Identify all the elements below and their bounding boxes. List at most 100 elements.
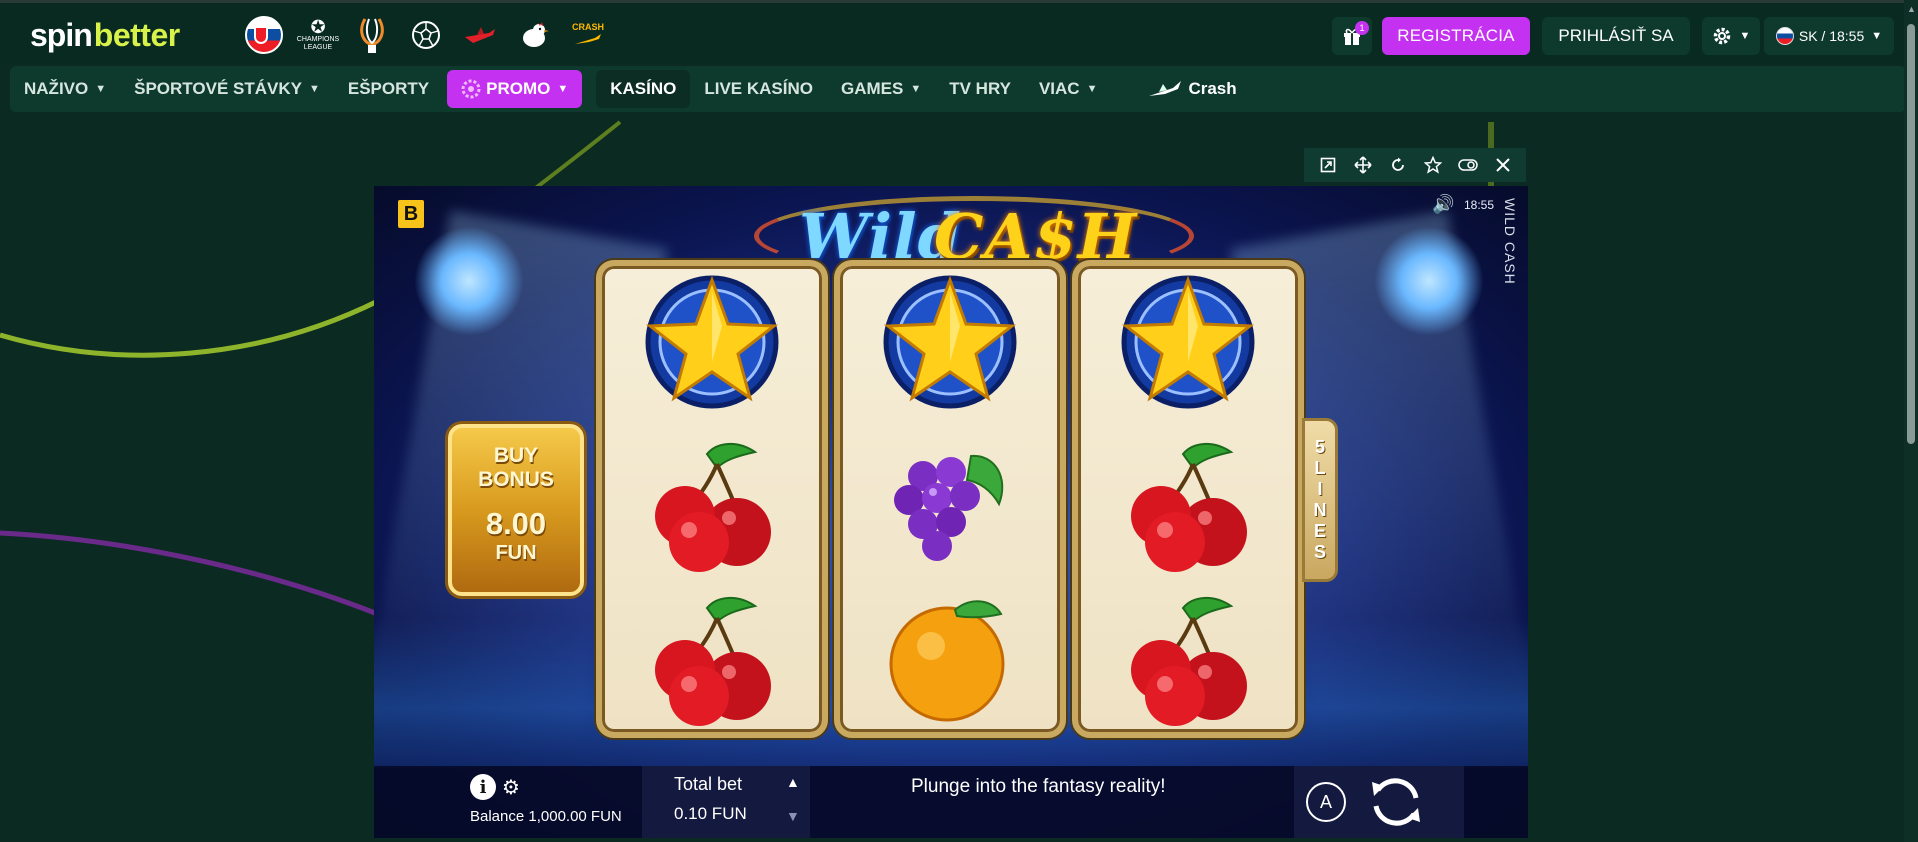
football-icon[interactable] [406,15,446,55]
register-button[interactable]: REGISTRÁCIA [1382,17,1530,55]
cherry-symbol-icon [637,588,787,728]
total-bet-label: Total bet [674,774,743,794]
move-icon[interactable] [1350,152,1376,178]
nav-item-crash[interactable]: Crash [1133,70,1250,108]
game-settings-gear-icon[interactable]: ⚙ [502,775,520,800]
scroll-up-arrow-icon[interactable]: ▲ [1907,4,1916,14]
buy-bonus-line1: BUY [493,444,539,467]
nav-item-live[interactable]: NAŽIVO ▼ [10,70,120,108]
crash-game-icon[interactable]: CRASH [568,15,608,55]
reload-icon[interactable] [1385,152,1411,178]
main-nav: NAŽIVO ▼ ŠPORTOVÉ STÁVKY ▼ EŠPORTY PROMO ▼ … [10,66,1906,112]
spin-controls: A [1294,766,1464,838]
nav-label: ŠPORTOVÉ STÁVKY [134,79,302,98]
quick-links: ✪ CHAMPIONS LEAGUE CRASH [244,15,608,55]
lines-char: 5 [1314,437,1325,457]
star-symbol-icon [875,272,1025,412]
nav-item-games[interactable]: GAMES ▼ [827,70,935,108]
top-bar: spin better ✪ CHAMPIONS LEAGUE CRASH 1 RE… [0,0,1918,64]
balance-display: Balance 1,000.00 FUN [470,808,622,825]
cherry-symbol-icon [1113,588,1263,728]
scroll-thumb[interactable] [1907,24,1915,444]
favorite-star-icon[interactable] [1420,152,1446,178]
chevron-down-icon: ▼ [910,83,922,95]
gift-count-badge: 1 [1355,21,1369,35]
open-external-icon[interactable] [1315,152,1341,178]
nav-label: GAMES [840,79,904,98]
lines-char: N [1313,500,1327,520]
nav-label: PROMO [486,79,551,98]
language-time-text: SK / 18:55 [1798,28,1865,44]
autoplay-button[interactable]: A [1306,782,1346,822]
crash-mini-label: CRASH [571,22,604,32]
bet-decrease-icon[interactable]: ▼ [786,808,800,824]
cherry-symbol-icon [1113,434,1263,574]
page-scrollbar[interactable]: ▲ [1904,0,1918,842]
nav-label: EŠPORTY [347,79,430,98]
game-bottom-bar: i ⚙ Balance 1,000.00 FUN Total bet 0.10 … [374,766,1528,838]
aviator-plane-icon[interactable] [460,15,500,55]
promo-flower-icon [461,79,481,99]
total-bet-value: 0.10 FUN [674,804,747,823]
side-game-title: WILD CASH [1502,198,1518,285]
info-icon[interactable]: i [470,774,496,800]
provider-logo: B [398,200,424,228]
buy-bonus-currency: FUN [495,542,537,564]
reel-1 [596,260,828,738]
champions-league-label: CHAMPIONS LEAGUE [296,36,340,51]
buy-bonus-button[interactable]: BUY BONUS 8.00 FUN [448,424,584,596]
total-bet-panel: Total bet 0.10 FUN ▲ ▼ [642,766,810,838]
slovakia-flag-icon[interactable] [244,15,284,55]
settings-button[interactable]: ▼ [1702,17,1760,55]
nav-item-casino[interactable]: KASÍNO [596,70,691,108]
spotlight [1374,226,1484,336]
champions-league-icon[interactable]: ✪ CHAMPIONS LEAGUE [296,15,340,55]
game-clock: 18:55 [1464,198,1495,212]
slovakia-flag-icon [1775,27,1794,45]
lines-char: L [1314,458,1326,478]
nav-item-live-casino[interactable]: LIVE KASÍNO [690,70,827,108]
reel-3 [1072,260,1304,738]
nav-item-sports[interactable]: ŠPORTOVÉ STÁVKY ▼ [120,70,334,108]
lines-char: I [1317,479,1323,499]
spin-refresh-icon [1372,778,1420,826]
spinbetter-logo[interactable]: spin better [30,17,180,53]
reels [596,260,1306,738]
buy-bonus-line2: BONUS [478,468,554,491]
gift-button[interactable]: 1 [1332,17,1372,55]
buy-bonus-price: 8.00 [485,506,547,541]
login-button[interactable]: PRIHLÁSIŤ SA [1542,17,1690,55]
language-time-selector[interactable]: SK / 18:55 ▼ [1764,17,1894,55]
grapes-symbol-icon [875,434,1025,574]
bet-increase-icon[interactable]: ▲ [786,774,800,790]
chevron-down-icon: ▼ [1871,30,1883,42]
chevron-down-icon: ▼ [1086,83,1098,95]
star-symbol-icon [1113,272,1263,412]
lines-char: S [1313,542,1326,562]
nav-item-tv-games[interactable]: TV HRY [935,70,1025,108]
nav-item-more[interactable]: VIAC ▼ [1025,70,1112,108]
toggle-icon[interactable] [1455,152,1481,178]
reel-2 [834,260,1066,738]
spotlight [414,226,524,336]
game-toolbar [1304,148,1526,182]
cherry-symbol-icon [637,434,787,574]
logo-better-text: better [93,17,180,53]
nav-item-esports[interactable]: EŠPORTY [334,70,443,108]
nav-label: LIVE KASÍNO [704,79,813,98]
nav-item-promo[interactable]: PROMO ▼ [447,70,583,108]
chevron-down-icon: ▼ [1739,30,1751,42]
paylines-indicator: 5 L I N E S [1302,418,1338,582]
logo-spin-text: spin [30,17,93,53]
chicken-game-icon[interactable] [514,15,554,55]
sound-icon[interactable]: 🔊 [1432,194,1454,215]
slot-game-frame[interactable]: B Wild CA$H 🔊 18:55 WILD CASH BUY BONUS 8… [374,186,1528,838]
gear-icon [1713,27,1730,45]
close-icon[interactable] [1490,152,1516,178]
orange-symbol-icon [875,588,1025,728]
spin-button[interactable] [1364,770,1428,834]
chevron-down-icon: ▼ [557,83,569,95]
crash-plane-icon [1149,81,1182,96]
europa-league-icon[interactable] [352,15,392,55]
chevron-down-icon: ▼ [308,83,320,95]
